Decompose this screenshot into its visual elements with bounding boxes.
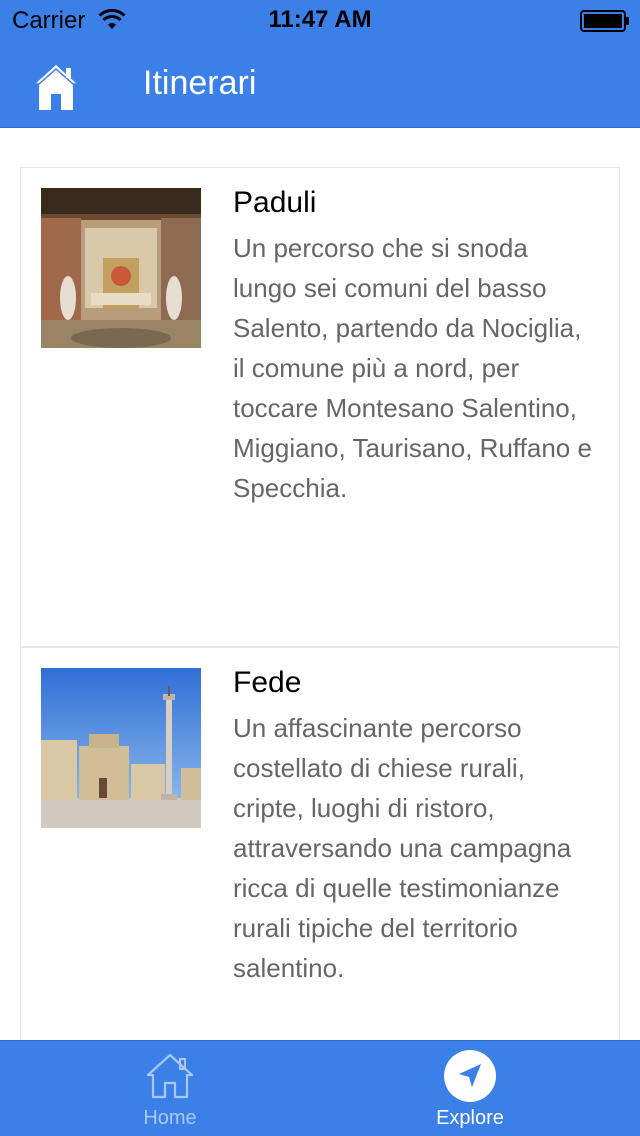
navigation-arrow-icon bbox=[444, 1050, 496, 1102]
itinerary-description: Un affascinante percorso costellato di c… bbox=[233, 713, 572, 983]
home-outline-icon bbox=[146, 1053, 194, 1099]
tab-home-label: Home bbox=[143, 1107, 197, 1129]
itinerary-title: Paduli bbox=[233, 186, 317, 219]
tab-home[interactable]: Home bbox=[10, 1041, 330, 1136]
status-bar: Carrier 11:47 AM bbox=[0, 0, 640, 40]
itinerary-thumbnail bbox=[41, 668, 201, 828]
itinerary-card[interactable]: Paduli Un percorso che si snoda lungo se… bbox=[20, 167, 620, 647]
nav-bar: Itinerari bbox=[0, 40, 640, 128]
tab-explore-label: Explore bbox=[436, 1107, 504, 1129]
home-icon[interactable] bbox=[32, 62, 80, 112]
itinerary-thumbnail bbox=[41, 188, 201, 348]
itinerary-list[interactable]: Paduli Un percorso che si snoda lungo se… bbox=[0, 129, 640, 1040]
itinerary-card[interactable]: Fede Un affascinante percorso costellato… bbox=[20, 647, 620, 1040]
itinerary-description: Un percorso che si snoda lungo sei comun… bbox=[233, 233, 592, 503]
tab-explore[interactable]: Explore bbox=[310, 1041, 630, 1136]
battery-icon bbox=[580, 10, 629, 32]
header: Carrier 11:47 AM Itinerari bbox=[0, 0, 640, 128]
tab-bar: Home Explore bbox=[0, 1040, 640, 1136]
screen: Carrier 11:47 AM Itinerari Paduli Un per… bbox=[0, 0, 640, 1136]
page-title: Itinerari bbox=[143, 64, 257, 102]
status-time: 11:47 AM bbox=[268, 6, 372, 33]
itinerary-title: Fede bbox=[233, 666, 302, 699]
